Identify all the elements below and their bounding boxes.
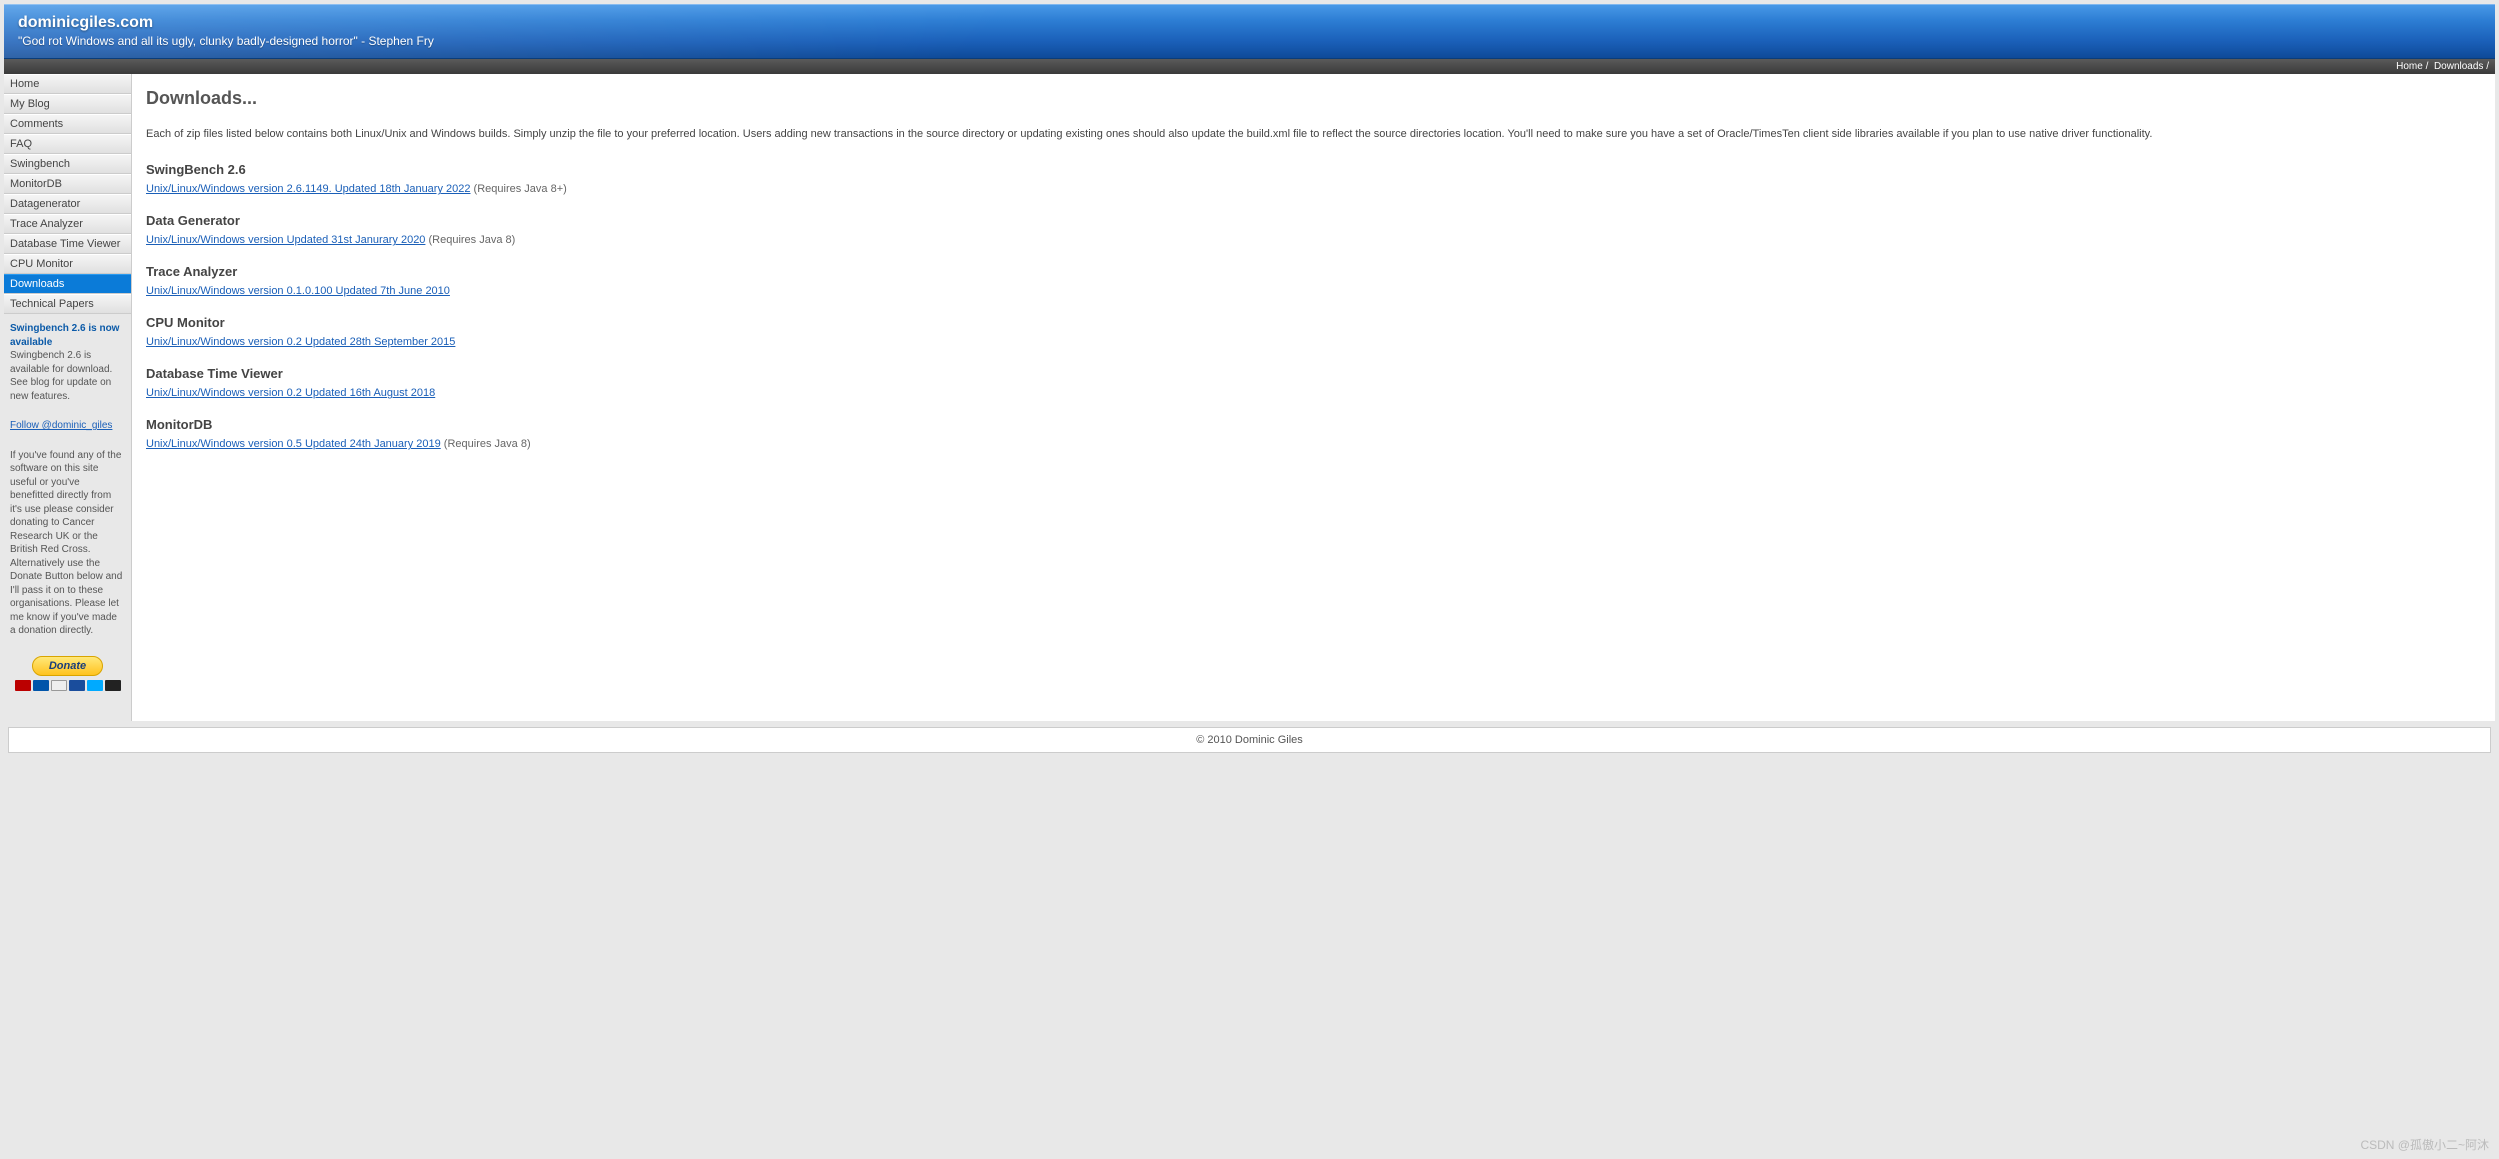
sidebar-item-swingbench[interactable]: Swingbench: [4, 154, 131, 174]
requirement-text: (Requires Java 8): [425, 234, 515, 246]
charity-body: If you've found any of the software on t…: [10, 450, 122, 637]
requirement-text: (Requires Java 8+): [471, 183, 567, 195]
charity-block: If you've found any of the software on t…: [4, 441, 131, 646]
section-heading: SwingBench 2.6: [146, 162, 2481, 177]
sidebar-item-technical-papers[interactable]: Technical Papers: [4, 294, 131, 314]
mastercard-icon: [15, 680, 31, 691]
card-icon: [105, 680, 121, 691]
download-link[interactable]: Unix/Linux/Windows version 0.2 Updated 2…: [146, 336, 455, 348]
download-line: Unix/Linux/Windows version 0.2 Updated 1…: [146, 387, 2481, 399]
download-line: Unix/Linux/Windows version 0.5 Updated 2…: [146, 438, 2481, 450]
header-banner: dominicgiles.com "God rot Windows and al…: [4, 4, 2495, 59]
sidebar-item-trace-analyzer[interactable]: Trace Analyzer: [4, 214, 131, 234]
news-title: Swingbench 2.6 is now available: [10, 323, 119, 348]
download-line: Unix/Linux/Windows version Updated 31st …: [146, 234, 2481, 246]
download-line: Unix/Linux/Windows version 0.2 Updated 2…: [146, 336, 2481, 348]
sidebar-item-home[interactable]: Home: [4, 74, 131, 94]
footer: © 2010 Dominic Giles: [8, 727, 2491, 753]
follow-block: Follow @dominic_giles: [4, 411, 131, 441]
section-heading: Database Time Viewer: [146, 366, 2481, 381]
visa-icon: [33, 680, 49, 691]
main-content: Downloads... Each of zip files listed be…: [132, 74, 2495, 721]
breadcrumb-sep-2: /: [2486, 61, 2489, 72]
sidebar: HomeMy BlogCommentsFAQSwingbenchMonitorD…: [4, 74, 132, 721]
sidebar-item-faq[interactable]: FAQ: [4, 134, 131, 154]
sidebar-item-database-time-viewer[interactable]: Database Time Viewer: [4, 234, 131, 254]
download-line: Unix/Linux/Windows version 0.1.0.100 Upd…: [146, 285, 2481, 297]
download-link[interactable]: Unix/Linux/Windows version 0.1.0.100 Upd…: [146, 285, 450, 297]
follow-link[interactable]: Follow @dominic_giles: [10, 420, 112, 431]
visa-alt-icon: [51, 680, 67, 691]
download-link[interactable]: Unix/Linux/Windows version Updated 31st …: [146, 234, 425, 246]
footer-text: © 2010 Dominic Giles: [1196, 734, 1303, 746]
payment-icons: [10, 680, 125, 691]
page-title: Downloads...: [146, 88, 2481, 109]
sidebar-item-cpu-monitor[interactable]: CPU Monitor: [4, 254, 131, 274]
section-heading: Data Generator: [146, 213, 2481, 228]
site-title: dominicgiles.com: [18, 14, 2481, 32]
site-tagline: "God rot Windows and all its ugly, clunk…: [18, 34, 2481, 48]
section-heading: CPU Monitor: [146, 315, 2481, 330]
breadcrumb-current[interactable]: Downloads: [2434, 61, 2483, 72]
breadcrumb-home[interactable]: Home: [2396, 61, 2423, 72]
watermark: CSDN @孤傲小二~阿沐: [2360, 1136, 2489, 1153]
page-intro: Each of zip files listed below contains …: [146, 127, 2481, 142]
download-link[interactable]: Unix/Linux/Windows version 0.5 Updated 2…: [146, 438, 441, 450]
news-body: Swingbench 2.6 is available for download…: [10, 350, 112, 402]
sidebar-item-downloads[interactable]: Downloads: [4, 274, 131, 294]
section-heading: MonitorDB: [146, 417, 2481, 432]
download-link[interactable]: Unix/Linux/Windows version 2.6.1149. Upd…: [146, 183, 471, 195]
sidebar-item-monitordb[interactable]: MonitorDB: [4, 174, 131, 194]
breadcrumb-sep: /: [2426, 61, 2429, 72]
donate-button[interactable]: Donate: [32, 656, 103, 676]
sidebar-item-my-blog[interactable]: My Blog: [4, 94, 131, 114]
download-link[interactable]: Unix/Linux/Windows version 0.2 Updated 1…: [146, 387, 435, 399]
discover-icon: [87, 680, 103, 691]
breadcrumb: Home / Downloads /: [4, 59, 2495, 74]
news-block: Swingbench 2.6 is now available Swingben…: [4, 314, 131, 411]
section-heading: Trace Analyzer: [146, 264, 2481, 279]
sidebar-item-comments[interactable]: Comments: [4, 114, 131, 134]
requirement-text: (Requires Java 8): [441, 438, 531, 450]
download-line: Unix/Linux/Windows version 2.6.1149. Upd…: [146, 183, 2481, 195]
donate-area: Donate: [4, 646, 131, 701]
sidebar-item-datagenerator[interactable]: Datagenerator: [4, 194, 131, 214]
amex-icon: [69, 680, 85, 691]
